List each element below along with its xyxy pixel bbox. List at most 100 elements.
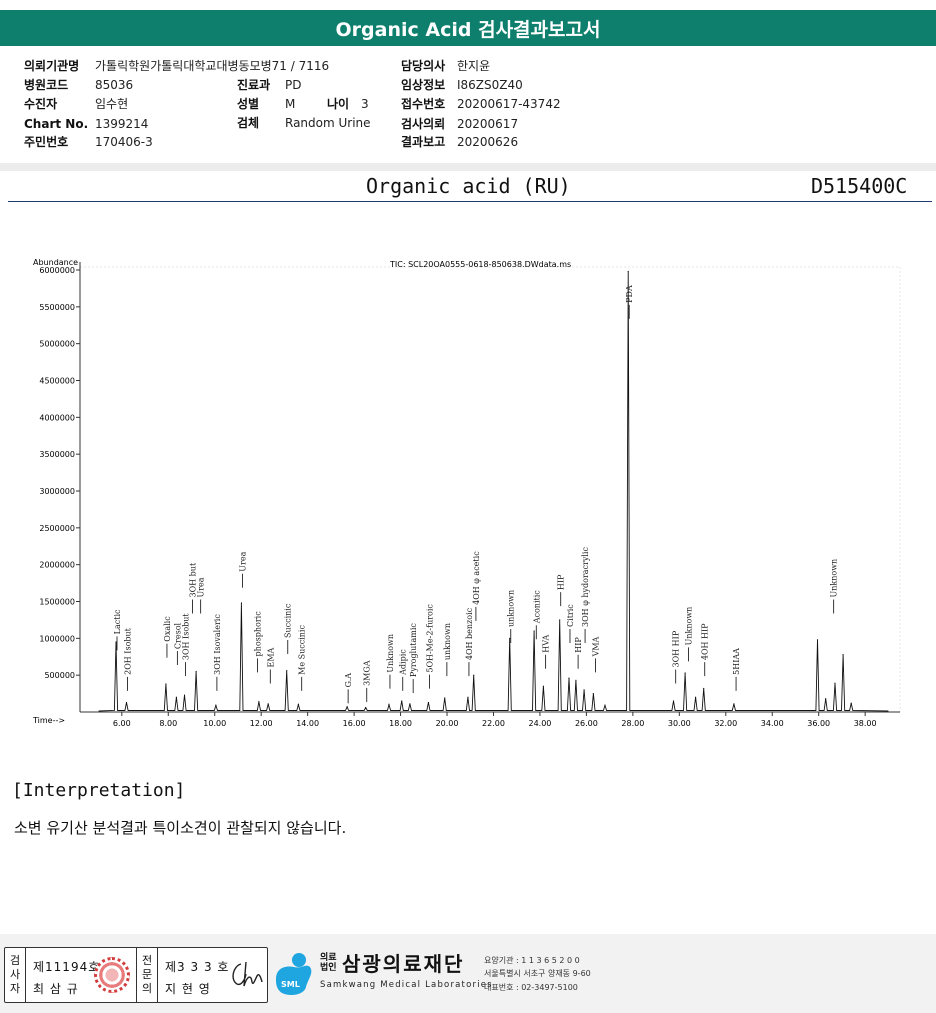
request-value: 20200617 [457, 116, 519, 131]
resident-value: 170406-3 [95, 134, 153, 149]
peak-point [388, 704, 390, 706]
peak-point [842, 653, 844, 656]
specialist-name: 지 현 영 [165, 982, 211, 996]
x-tick-label: 16.00 [343, 719, 366, 728]
sign-divider [25, 948, 26, 1002]
peak-point [346, 706, 348, 708]
chart-no-label: Chart No. [24, 116, 89, 131]
report-date-value: 20200626 [457, 134, 519, 149]
peak-point [365, 706, 367, 709]
peak-point [165, 683, 167, 685]
peak-point [825, 698, 827, 700]
annotation-label: 3OH HIP [672, 630, 681, 667]
annotation-label: 4OH benzoic [465, 607, 474, 660]
clinical-value: I86ZS0Z40 [457, 77, 523, 92]
peak-point [297, 704, 299, 706]
peak-point [604, 704, 606, 706]
org-phone: 대표번호 : 02-3497-5100 [484, 983, 578, 992]
y-tick-label: 5500000 [39, 303, 75, 312]
annotation-label: Adipic [399, 649, 408, 676]
annotation-label: unknown [443, 623, 452, 660]
y-tick-label: 1500000 [39, 598, 75, 607]
annotation-label: VMA [592, 636, 601, 657]
annotation-label: Unknown [386, 634, 395, 673]
peak-point [195, 670, 197, 673]
chart-title: TIC: SCL20OA0555-0618-850638.DWdata.ms [389, 260, 571, 269]
code-label: 병원코드 [24, 78, 69, 92]
x-tick-label: 26.00 [575, 719, 598, 728]
annotation-label: 4OH φ acetic [472, 551, 481, 605]
org-address: 서울특별시 서초구 양재동 9-60 [484, 969, 591, 978]
peak-point [733, 703, 735, 705]
annotation-label: 3MGA [363, 660, 372, 686]
x-tick-label: 32.00 [714, 719, 737, 728]
receipt-value: 20200617-43742 [457, 96, 561, 111]
annotation-label: EMA [266, 647, 275, 667]
annotation-label: 3OH Isobut [182, 613, 191, 661]
y-tick-label: 5000000 [39, 340, 75, 349]
y-tick-label: 2500000 [39, 524, 75, 533]
annotation-label: 3OH φ hydoracrylic [581, 547, 590, 627]
peak-point [215, 704, 217, 706]
test-name: Organic acid (RU) [366, 174, 571, 198]
signature-icon [232, 961, 263, 987]
report-header: Organic acid (RU) D515400C [0, 172, 936, 204]
report-date-label: 결과보고 [401, 135, 446, 149]
peak-point [816, 639, 819, 641]
y-tick-label: 1000000 [39, 634, 75, 643]
x-tick-label: 14.00 [296, 719, 319, 728]
request-label: 검사의뢰 [401, 117, 446, 131]
tester-label: 검사자 [9, 954, 21, 995]
y-tick-label: 2000000 [39, 561, 75, 570]
clinical-label: 임상정보 [401, 78, 446, 92]
peak-point [533, 630, 535, 632]
sml-logo-icon: SML [276, 953, 312, 995]
institution-value: 가톨릭학원가톨릭대학교대병동모병71 / 7116 [95, 59, 330, 73]
chromatogram: Abundance Time--> TIC: SCL20OA0555-0618-85… [0, 255, 936, 730]
receipt-label: 접수번호 [401, 97, 446, 111]
peak-point [575, 679, 577, 681]
org-code: 요양기관 : 1 1 3 6 5 2 0 0 [484, 956, 580, 965]
x-tick-label: 38.00 [854, 719, 877, 728]
peak-point [258, 701, 260, 703]
peak-point [568, 677, 570, 679]
specimen-label: 검체 [237, 116, 260, 130]
seal-stamp-icon [94, 957, 130, 993]
x-tick-label: 12.00 [250, 719, 273, 728]
x-tick-label: 34.00 [761, 719, 784, 728]
x-tick-label: 6.00 [113, 719, 131, 728]
svg-text:SML: SML [281, 980, 300, 989]
peak-point [473, 674, 475, 676]
annotation-label: Citric [566, 604, 575, 627]
peak-point [286, 670, 288, 672]
peak-point [834, 682, 836, 684]
peak-point [125, 701, 128, 704]
annotation-label: 3OH Isovaleric [213, 614, 222, 675]
tester-license: 제11194호 [33, 960, 101, 974]
peak-point [401, 700, 403, 702]
peak-point [467, 696, 469, 698]
annotation-label: Succinic [284, 603, 293, 638]
info-divider [0, 163, 936, 171]
chromatogram-svg: AbundanceTime-->TIC: SCL20OA0555-0618-85… [32, 258, 901, 728]
annotation-label: Lactic [113, 609, 122, 634]
x-tick-label: 22.00 [482, 719, 505, 728]
dept-label: 진료과 [237, 78, 271, 92]
peak-point [684, 672, 686, 674]
x-tick-label: 10.00 [203, 719, 226, 728]
annotation-label: HIP [574, 637, 583, 653]
specialist-label: 전문의 [141, 954, 153, 995]
peak-point [627, 270, 629, 273]
institution-label: 의뢰기관명 [24, 59, 80, 73]
peak-point [444, 697, 446, 699]
peak-point [183, 694, 186, 696]
peak-point [175, 696, 178, 698]
peak-point [542, 685, 545, 687]
sex-label: 성별 [237, 97, 260, 111]
annotation-label: Aconitic [532, 590, 541, 625]
y-tick-label: 500000 [44, 671, 75, 680]
peak-point [559, 619, 561, 621]
report-title: Organic Acid 검사결과보고서 [0, 10, 936, 46]
annotation-label: Unknown [830, 559, 839, 598]
peak-point [509, 637, 511, 639]
